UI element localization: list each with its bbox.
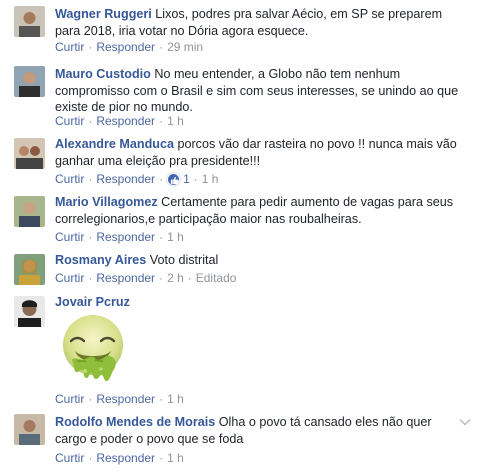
- comment-body: Rosmany Aires Voto distrital: [55, 252, 463, 269]
- like-link[interactable]: Curtir: [55, 230, 84, 244]
- comment-author[interactable]: Rodolfo Mendes de Morais: [55, 415, 215, 429]
- edited-label[interactable]: Editado: [196, 271, 237, 285]
- separator: ·: [88, 451, 93, 465]
- comment-time[interactable]: 1 h: [167, 114, 184, 128]
- chevron-down-icon[interactable]: [459, 418, 471, 426]
- comment-actions: Curtir · Responder · 1 h: [55, 451, 184, 465]
- reply-link[interactable]: Responder: [96, 392, 155, 406]
- separator: ·: [159, 114, 164, 128]
- comment-actions: Curtir · Responder · 1 h: [55, 230, 184, 244]
- comment-time[interactable]: 1 h: [202, 172, 219, 186]
- separator: ·: [159, 40, 164, 54]
- comment-body: Alexandre Manduca porcos vão dar rasteir…: [55, 136, 463, 169]
- separator: ·: [88, 114, 93, 128]
- comment-author[interactable]: Mario Villagomez: [55, 195, 158, 209]
- reply-link[interactable]: Responder: [96, 230, 155, 244]
- reply-link[interactable]: Responder: [96, 40, 155, 54]
- comment-actions: Curtir · Responder · 1 h: [55, 114, 184, 128]
- separator: ·: [88, 172, 93, 186]
- separator: ·: [193, 172, 198, 186]
- separator: ·: [159, 230, 164, 244]
- avatar[interactable]: [14, 296, 45, 327]
- comment-body: Mauro Custodio No meu entender, a Globo …: [55, 66, 463, 116]
- like-link[interactable]: Curtir: [55, 40, 84, 54]
- comment-author[interactable]: Rosmany Aires: [55, 253, 146, 267]
- like-link[interactable]: Curtir: [55, 172, 84, 186]
- separator: ·: [159, 271, 164, 285]
- comment-time[interactable]: 29 min: [167, 40, 203, 54]
- like-link[interactable]: Curtir: [55, 114, 84, 128]
- avatar[interactable]: [14, 66, 45, 97]
- comment-time[interactable]: 1 h: [167, 451, 184, 465]
- avatar[interactable]: [14, 6, 45, 37]
- comment-actions: Curtir · Responder · 1 h: [55, 392, 184, 406]
- comment-actions: Curtir · Responder · 29 min: [55, 40, 203, 54]
- reply-link[interactable]: Responder: [96, 451, 155, 465]
- separator: ·: [159, 172, 164, 186]
- avatar[interactable]: [14, 196, 45, 227]
- comment-body: Jovair Pcruz: [55, 294, 463, 311]
- avatar[interactable]: [14, 414, 45, 445]
- avatar[interactable]: [14, 254, 45, 285]
- comment-text: Voto distrital: [149, 253, 219, 267]
- comment-author[interactable]: Jovair Pcruz: [55, 295, 130, 309]
- like-link[interactable]: Curtir: [55, 271, 84, 285]
- comment-actions: Curtir · Responder · 2 h · Editado: [55, 271, 236, 285]
- comment-time[interactable]: 1 h: [167, 392, 184, 406]
- separator: ·: [88, 40, 93, 54]
- comment-time[interactable]: 2 h: [167, 271, 184, 285]
- reaction-count[interactable]: 1: [183, 172, 190, 186]
- reply-link[interactable]: Responder: [96, 172, 155, 186]
- comment-author[interactable]: Wagner Ruggeri: [55, 7, 152, 21]
- like-link[interactable]: Curtir: [55, 392, 84, 406]
- separator: ·: [88, 230, 93, 244]
- comment-body: Rodolfo Mendes de Morais Olha o povo tá …: [55, 414, 447, 447]
- separator: ·: [159, 392, 164, 406]
- reply-link[interactable]: Responder: [96, 114, 155, 128]
- separator: ·: [88, 392, 93, 406]
- avatar[interactable]: [14, 138, 45, 169]
- comment-author[interactable]: Mauro Custodio: [55, 67, 151, 81]
- like-reaction-icon[interactable]: [167, 172, 181, 186]
- like-link[interactable]: Curtir: [55, 451, 84, 465]
- comment-body: Mario Villagomez Certamente para pedir a…: [55, 194, 463, 227]
- comment-author[interactable]: Alexandre Manduca: [55, 137, 174, 151]
- comment-body: Wagner Ruggeri Lixos, podres pra salvar …: [55, 6, 463, 39]
- separator: ·: [187, 271, 192, 285]
- reply-link[interactable]: Responder: [96, 271, 155, 285]
- vomit-face-sticker[interactable]: [55, 315, 133, 387]
- separator: ·: [159, 451, 164, 465]
- comment-time[interactable]: 1 h: [167, 230, 184, 244]
- separator: ·: [88, 271, 93, 285]
- comment-actions: Curtir · Responder · 1 · 1 h: [55, 172, 218, 186]
